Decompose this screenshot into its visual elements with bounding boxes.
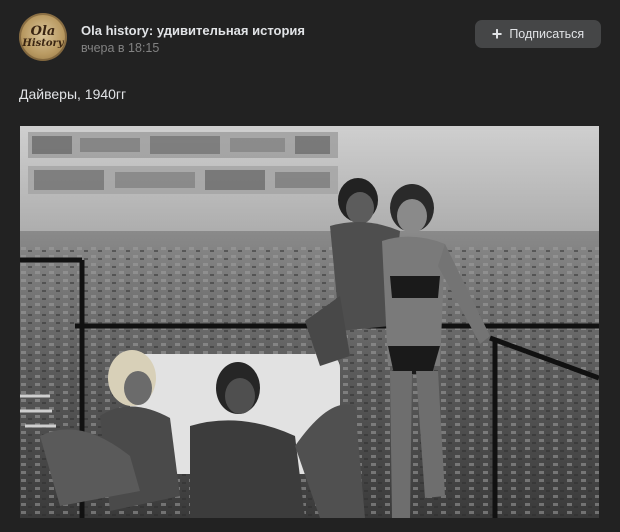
group-name-link[interactable]: Ola history: удивительная история bbox=[81, 23, 305, 39]
post-timestamp[interactable]: вчера в 18:15 bbox=[81, 40, 305, 56]
post-header: Ola History Ola history: удивительная ис… bbox=[19, 13, 601, 63]
post-meta: Ola history: удивительная история вчера … bbox=[81, 23, 305, 56]
post-photo[interactable] bbox=[20, 126, 599, 518]
subscribe-label: Подписаться bbox=[509, 27, 585, 41]
subscribe-button[interactable]: + Подписаться bbox=[475, 20, 601, 48]
plus-icon: + bbox=[491, 24, 503, 44]
photo-illustration bbox=[20, 126, 599, 518]
group-avatar[interactable]: Ola History bbox=[19, 13, 67, 61]
post-card: Ola History Ola history: удивительная ис… bbox=[0, 0, 620, 532]
post-text: Дайверы, 1940гг bbox=[19, 86, 127, 102]
